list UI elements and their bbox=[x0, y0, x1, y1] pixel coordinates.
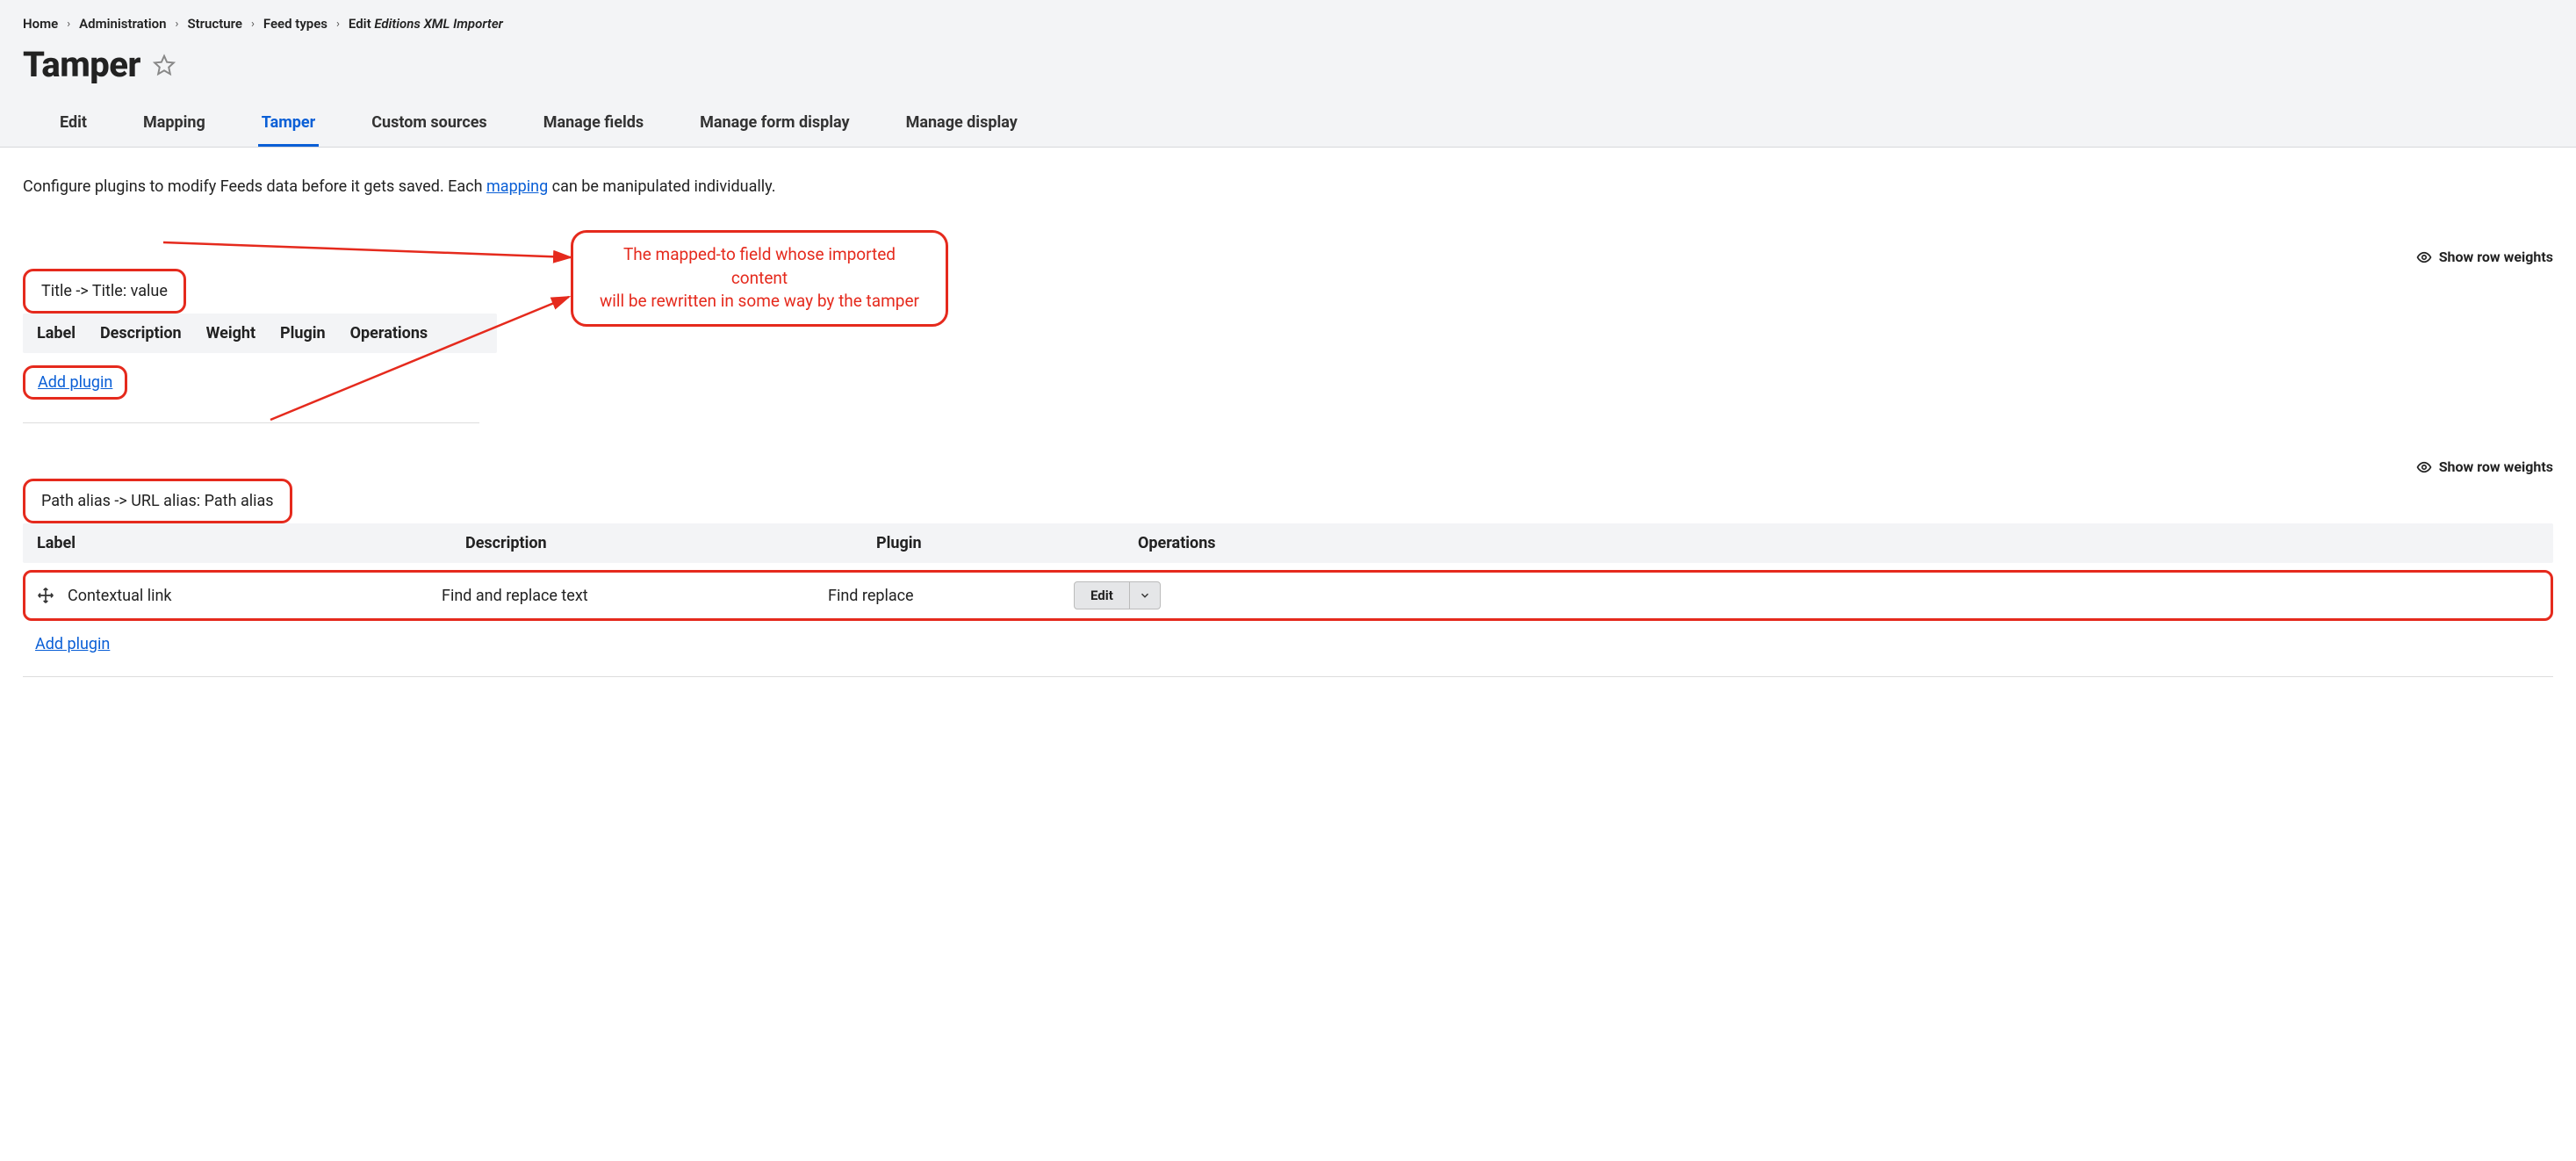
mapping-group-path-alias: Path alias -> URL alias: Path alias Labe… bbox=[23, 479, 2553, 677]
breadcrumb-item[interactable]: Structure bbox=[187, 16, 242, 32]
tab-manage-form-display[interactable]: Manage form display bbox=[696, 105, 853, 147]
col-description: Description bbox=[100, 324, 182, 343]
table-header: Label Description Weight Plugin Operatio… bbox=[23, 314, 497, 353]
chevron-right-icon: › bbox=[336, 18, 340, 31]
tab-edit[interactable]: Edit bbox=[56, 105, 90, 147]
chevron-right-icon: › bbox=[67, 18, 70, 31]
col-plugin: Plugin bbox=[280, 324, 326, 343]
row-plugin: Find replace bbox=[828, 587, 1065, 605]
annotation-callout: The mapped-to field whose imported conte… bbox=[571, 230, 948, 327]
breadcrumb: Home › Administration › Structure › Feed… bbox=[23, 16, 2553, 39]
breadcrumb-current: Edit Editions XML Importer bbox=[349, 16, 503, 32]
tab-manage-fields[interactable]: Manage fields bbox=[540, 105, 647, 147]
mapping-title: Path alias -> URL alias: Path alias bbox=[38, 487, 277, 516]
tabs: Edit Mapping Tamper Custom sources Manag… bbox=[23, 105, 2553, 147]
col-description: Description bbox=[465, 534, 852, 552]
edit-button[interactable]: Edit bbox=[1075, 582, 1130, 609]
breadcrumb-item[interactable]: Administration bbox=[79, 16, 166, 32]
col-plugin: Plugin bbox=[876, 534, 1113, 552]
drag-handle-icon[interactable] bbox=[36, 586, 55, 605]
tab-mapping[interactable]: Mapping bbox=[140, 105, 209, 147]
show-row-weights-toggle[interactable]: Show row weights bbox=[23, 458, 2553, 475]
operations-dropbutton: Edit bbox=[1074, 581, 1161, 609]
chevron-right-icon: › bbox=[251, 18, 255, 31]
eye-icon bbox=[2416, 249, 2432, 265]
chevron-down-icon bbox=[1139, 589, 1151, 602]
header-region: Home › Administration › Structure › Feed… bbox=[0, 0, 2576, 148]
annotation-highlight: Path alias -> URL alias: Path alias bbox=[23, 479, 292, 523]
divider bbox=[23, 422, 479, 423]
tab-custom-sources[interactable]: Custom sources bbox=[368, 105, 490, 147]
content: Configure plugins to modify Feeds data b… bbox=[0, 148, 2576, 721]
breadcrumb-item[interactable]: Home bbox=[23, 16, 58, 32]
table-row: Contextual link Find and replace text Fi… bbox=[23, 570, 2553, 621]
col-operations: Operations bbox=[1138, 534, 2539, 552]
show-row-weights-toggle[interactable]: Show row weights bbox=[23, 249, 2553, 265]
table-header: Label Description Plugin Operations bbox=[23, 523, 2553, 563]
add-plugin-link[interactable]: Add plugin bbox=[38, 373, 112, 392]
eye-icon bbox=[2416, 459, 2432, 475]
breadcrumb-item[interactable]: Feed types bbox=[263, 16, 327, 32]
annotation-highlight: Add plugin bbox=[23, 365, 127, 400]
tab-manage-display[interactable]: Manage display bbox=[903, 105, 1021, 147]
row-operations: Edit bbox=[1065, 581, 2540, 609]
chevron-right-icon: › bbox=[176, 18, 179, 31]
row-label: Contextual link bbox=[68, 587, 442, 605]
add-plugin-link[interactable]: Add plugin bbox=[35, 635, 110, 653]
page-title: Tamper bbox=[23, 44, 140, 85]
page-title-row: Tamper bbox=[23, 39, 2553, 105]
tab-tamper[interactable]: Tamper bbox=[258, 105, 320, 147]
row-description: Find and replace text bbox=[442, 587, 828, 605]
col-label: Label bbox=[37, 534, 441, 552]
divider bbox=[23, 676, 2553, 677]
mapping-group-title: Title -> Title: value Label Description … bbox=[23, 269, 2553, 423]
col-weight: Weight bbox=[206, 324, 255, 343]
col-operations: Operations bbox=[350, 324, 428, 343]
annotation-highlight: Title -> Title: value bbox=[23, 269, 186, 314]
intro-text: Configure plugins to modify Feeds data b… bbox=[23, 177, 2553, 196]
mapping-link[interactable]: mapping bbox=[486, 177, 548, 196]
dropdown-toggle[interactable] bbox=[1130, 582, 1160, 609]
mapping-title: Title -> Title: value bbox=[38, 277, 171, 306]
star-outline-icon[interactable] bbox=[153, 54, 176, 76]
col-label: Label bbox=[37, 324, 76, 343]
